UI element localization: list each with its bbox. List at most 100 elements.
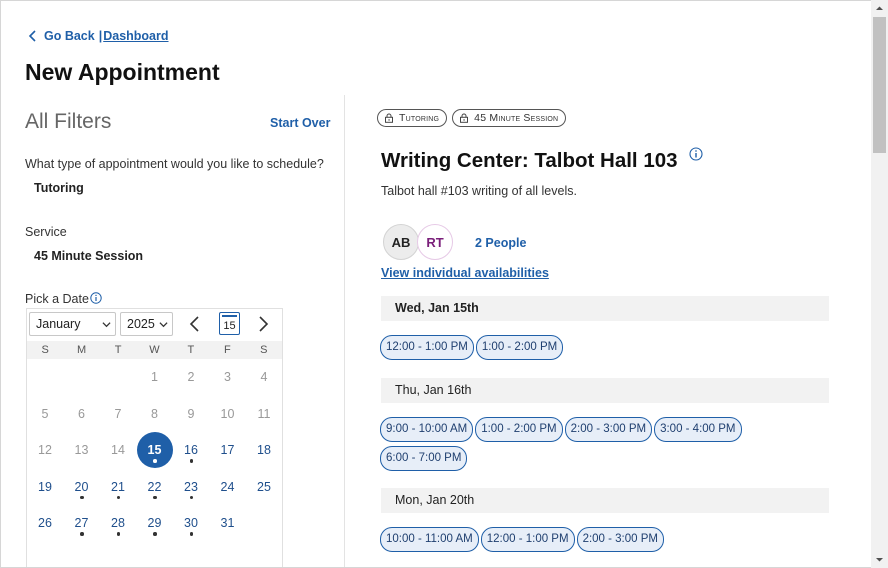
chevron-down-icon [102,322,111,328]
year-select-value: 2025 [127,317,155,331]
calendar-day[interactable]: 27 [64,505,100,541]
calendar-day[interactable]: 25 [246,469,282,505]
calendar-day-number: 24 [220,479,235,494]
calendar-day-number: 10 [220,406,235,421]
calendar-day-number: 1 [151,370,158,384]
filter-chip: Tutoring [377,109,448,127]
calendar-day[interactable]: 24 [210,469,246,505]
time-slot-button[interactable]: 3:00 - 4:00 PM [654,417,742,442]
calendar-day[interactable]: 21 [100,469,136,505]
people-count-link[interactable]: 2 People [475,236,526,250]
availability-day-header: Wed, Jan 15th [381,296,829,321]
availability-day-header: Thu, Jan 16th [381,378,829,403]
avatar[interactable]: AB [383,224,419,260]
calendar-day-number: 8 [151,406,158,421]
weekday-header-row: SMTWTFS [27,341,282,359]
calendar-day: 14 [100,432,136,468]
availability-dot [153,459,157,463]
calendar-day: 2 [173,359,209,395]
calendar-day[interactable]: 17 [210,432,246,468]
calendar-day[interactable]: 15 [136,432,173,469]
weekday-label: S [260,344,268,356]
time-slot-button[interactable]: 6:00 - 7:00 PM [380,446,468,471]
calendar-day-number: 30 [184,516,198,531]
scroll-up-arrow-icon[interactable] [871,0,888,17]
panel-divider [344,95,345,567]
service-label: Service [25,225,67,239]
calendar-day: 3 [210,359,246,395]
chevron-left-icon[interactable] [25,28,41,44]
calendar-header: January 2025 15 [27,309,282,341]
service-value: 45 Minute Session [34,249,144,263]
availability-day-header: Mon, Jan 20th [381,488,829,513]
chevron-down-icon [159,322,168,328]
calendar-day-number: 12 [38,443,52,458]
calendar-day-number: 7 [114,406,122,421]
filter-chip: 45 Minute Session [452,109,567,127]
time-slot-button[interactable]: 12:00 - 1:00 PM [480,527,575,552]
calendar-day[interactable]: 19 [27,469,63,505]
calendar-day[interactable]: 29 [137,505,173,541]
calendar-day-number: 18 [257,443,271,458]
month-select[interactable]: January [29,312,116,336]
calendar-day-number: 11 [257,406,271,421]
weekday-label: F [223,344,231,356]
calendar-day[interactable]: 20 [64,469,100,505]
calendar-day[interactable]: 26 [27,505,63,541]
availability-dot [116,495,120,500]
calendar-day[interactable]: 23 [173,469,209,505]
calendar-day[interactable]: 28 [100,505,136,541]
avatar[interactable]: RT [417,224,453,260]
availability-dot [80,495,84,500]
dashboard-link[interactable]: Dashboard [103,29,168,43]
year-select[interactable]: 2025 [120,312,173,336]
calendar-day: 4 [246,359,282,395]
calendar-day-number: 5 [41,406,49,421]
start-over-button[interactable]: Start Over [270,116,330,130]
availability-dot [153,532,157,536]
today-button[interactable]: 15 [219,312,240,335]
calendar-day: 8 [137,396,173,432]
view-individual-availabilities-link[interactable]: View individual availabilities [381,266,549,280]
time-slot-button[interactable]: 2:00 - 3:00 PM [564,417,653,442]
scroll-down-arrow-icon[interactable] [871,551,888,568]
info-icon[interactable] [689,147,703,161]
previous-month-icon[interactable] [187,315,203,333]
calendar-day: 6 [64,396,100,432]
calendar-day[interactable]: 22 [137,469,173,505]
calendar-day[interactable]: 31 [210,505,246,541]
go-back-link[interactable]: Go Back [44,29,95,43]
appointment-type-value: Tutoring [34,181,84,195]
scrollbar-thumb[interactable] [873,17,886,153]
calendar-day: 11 [246,396,282,432]
calendar-day[interactable]: 16 [173,432,209,468]
calendar-day-number: 22 [147,479,162,494]
calendar-day-number: 13 [74,443,89,458]
time-slot-button[interactable]: 2:00 - 3:00 PM [576,527,664,552]
availability-dot [189,495,193,500]
time-slot-group: 12:00 - 1:00 PM 1:00 - 2:00 PM [380,335,760,360]
calendar-day-number: 15 [147,443,162,458]
time-slot-button[interactable]: 12:00 - 1:00 PM [380,335,474,360]
time-slot-button[interactable]: 9:00 - 10:00 AM [380,417,474,442]
time-slot-button[interactable]: 1:00 - 2:00 PM [475,335,564,360]
weekday-label: T [187,344,195,356]
calendar-day[interactable]: 18 [246,432,282,468]
calendar-day-number: 31 [220,516,235,531]
weekday-label: S [41,344,49,356]
calendar-day-number: 16 [184,443,198,458]
next-month-icon[interactable] [255,315,271,333]
time-slot-button[interactable]: 10:00 - 11:00 AM [380,527,479,552]
time-slot-group: 9:00 - 10:00 AM 1:00 - 2:00 PM 2:00 - 3:00… [380,417,760,471]
calendar-day[interactable]: 30 [173,505,209,541]
vertical-scrollbar[interactable] [871,0,888,568]
location-description: Talbot hall #103 writing of all levels. [381,184,577,198]
calendar-day-number: 4 [260,370,268,384]
calendar-day-number: 21 [111,479,125,494]
info-icon[interactable] [90,292,102,304]
lock-icon [385,113,393,123]
weekday-label: T [114,344,122,356]
calendar-day-number: 29 [147,516,162,531]
time-slot-button[interactable]: 1:00 - 2:00 PM [475,417,563,442]
pick-date-label: Pick a Date [25,292,89,306]
